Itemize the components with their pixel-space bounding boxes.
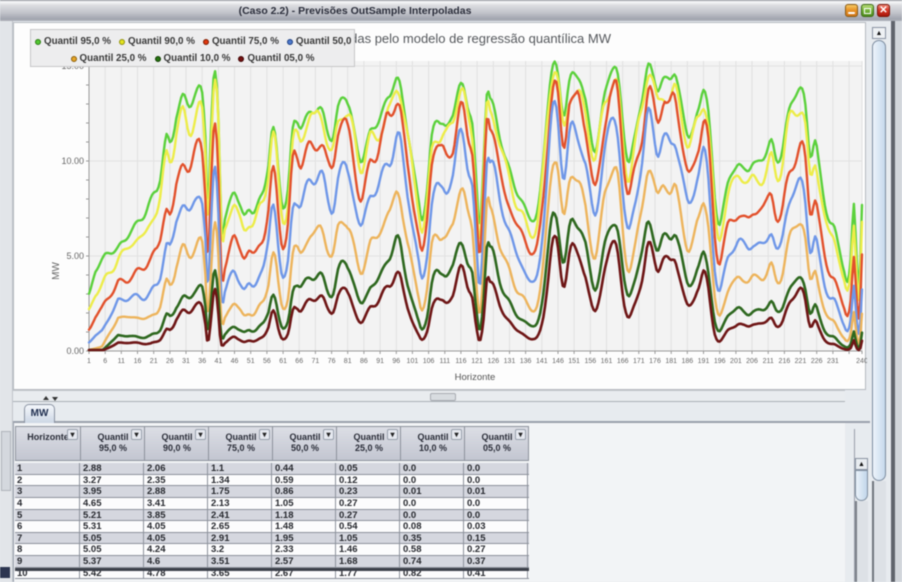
svg-text:161: 161: [601, 358, 613, 365]
svg-text:56: 56: [263, 358, 271, 365]
svg-text:91: 91: [376, 358, 384, 365]
svg-text:71: 71: [312, 358, 320, 365]
svg-text:226: 226: [811, 358, 823, 365]
svg-text:11: 11: [118, 358, 125, 365]
svg-text:61: 61: [279, 358, 287, 365]
svg-text:126: 126: [487, 358, 499, 365]
svg-text:5.00: 5.00: [66, 251, 84, 261]
svg-text:181: 181: [665, 358, 677, 365]
svg-text:81: 81: [344, 358, 352, 365]
svg-text:186: 186: [681, 358, 693, 365]
svg-text:Horizonte: Horizonte: [455, 372, 496, 383]
svg-text:176: 176: [649, 358, 661, 365]
svg-text:191: 191: [698, 358, 710, 365]
svg-text:171: 171: [633, 358, 645, 365]
svg-text:6: 6: [103, 358, 107, 365]
svg-text:0.00: 0.00: [66, 346, 84, 356]
svg-text:51: 51: [247, 358, 255, 365]
svg-text:66: 66: [295, 358, 303, 365]
svg-text:166: 166: [617, 358, 629, 365]
svg-text:116: 116: [455, 358, 466, 365]
svg-text:41: 41: [215, 358, 223, 365]
svg-text:201: 201: [730, 358, 742, 365]
svg-text:121: 121: [471, 358, 483, 365]
svg-text:221: 221: [795, 358, 807, 365]
svg-text:206: 206: [746, 358, 758, 365]
svg-text:196: 196: [714, 358, 726, 365]
svg-text:36: 36: [198, 358, 206, 365]
svg-text:211: 211: [763, 358, 774, 365]
svg-text:26: 26: [166, 358, 174, 365]
svg-text:16: 16: [134, 358, 142, 365]
svg-text:146: 146: [552, 358, 564, 365]
svg-text:111: 111: [439, 358, 450, 365]
svg-text:86: 86: [360, 358, 368, 365]
svg-text:216: 216: [779, 358, 791, 365]
svg-text:240: 240: [856, 358, 867, 365]
svg-text:MW: MW: [51, 262, 62, 280]
svg-text:151: 151: [568, 358, 580, 365]
svg-text:96: 96: [392, 358, 400, 365]
svg-text:141: 141: [536, 358, 548, 365]
svg-text:76: 76: [328, 358, 336, 365]
svg-text:106: 106: [423, 358, 435, 365]
svg-text:10.00: 10.00: [61, 156, 84, 166]
svg-text:131: 131: [504, 358, 516, 365]
svg-text:231: 231: [827, 358, 839, 365]
svg-text:21: 21: [150, 358, 158, 365]
svg-text:31: 31: [182, 358, 190, 365]
svg-text:101: 101: [407, 358, 419, 365]
svg-text:136: 136: [520, 358, 532, 365]
svg-text:156: 156: [584, 358, 596, 365]
svg-text:46: 46: [231, 358, 239, 365]
svg-text:1: 1: [87, 358, 91, 365]
